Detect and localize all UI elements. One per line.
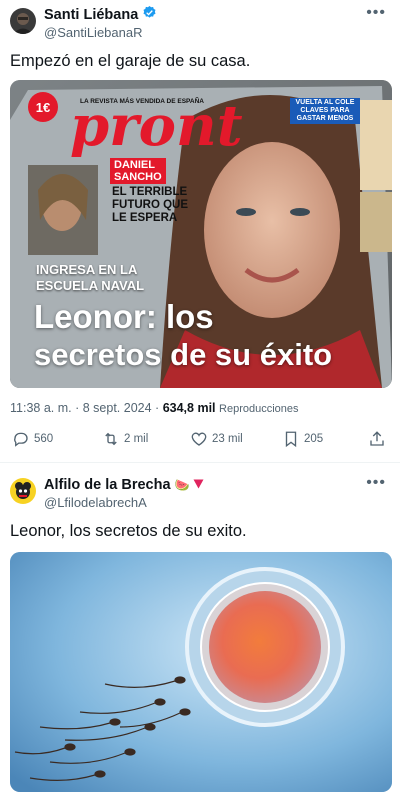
meta-separator: · [155, 401, 160, 415]
share-button[interactable] [368, 430, 386, 448]
like-button[interactable]: 23 mil [190, 430, 243, 448]
more-options-icon[interactable]: ••• [366, 475, 386, 491]
promo-line2: CLAVES PARA [300, 107, 350, 114]
heart-icon [191, 432, 207, 446]
bookmark-button[interactable]: 205 [282, 430, 323, 448]
tweet-image[interactable]: 1€ LA REVISTA MÁS VENDIDA DE ESPAÑA pron… [10, 80, 392, 388]
kicker-line1: INGRESA EN LA [36, 262, 138, 277]
egg-cell-illustration [10, 552, 392, 792]
tweet-alfilo[interactable]: Alfilo de la Brecha 🍉 @LfilodelabrechA •… [0, 462, 400, 797]
author-name[interactable]: Santi Liébana [44, 7, 138, 23]
magazine-price: 1€ [28, 92, 58, 122]
feature-line1: EL TERRIBLE [112, 186, 188, 198]
reply-button[interactable]: 560 [12, 430, 53, 448]
tweet-date[interactable]: 8 sept. 2024 [83, 401, 152, 415]
magazine-logo: pront [70, 93, 243, 159]
tweet-image[interactable] [10, 552, 392, 792]
red-triangle-icon [193, 476, 204, 494]
feature-name2: SANCHO [114, 171, 162, 183]
reply-count: 560 [34, 433, 54, 445]
feature-name1: DANIEL [114, 159, 155, 171]
author-handle[interactable]: @LfilodelabrechA [44, 495, 147, 510]
avatar[interactable] [10, 8, 36, 34]
bookmark-count: 205 [304, 433, 324, 445]
feature-line3: LE ESPERA [112, 212, 178, 224]
author-handle[interactable]: @SantiLiebanaR [44, 25, 142, 40]
meta-separator: · [75, 401, 80, 415]
views-label: Reproducciones [219, 403, 299, 415]
retweet-count: 2 mil [124, 433, 149, 445]
views-count: 634,8 mil [162, 401, 216, 415]
verified-badge-icon [142, 5, 157, 25]
like-count: 23 mil [212, 433, 243, 445]
bookmark-icon [285, 431, 297, 448]
promo-line1: VUELTA AL COLE [295, 99, 355, 106]
tweet-text: Leonor, los secretos de su exito. [10, 522, 247, 540]
retweet-button[interactable]: 2 mil [102, 430, 148, 448]
tweet-santi[interactable]: Santi Liébana @SantiLiebanaR ••• Empezó … [0, 0, 400, 462]
tweet-time[interactable]: 11:38 a. m. [10, 401, 72, 415]
avatar[interactable] [10, 478, 36, 504]
tweet-meta: 11:38 a. m. · 8 sept. 2024 · 634,8 mil R… [10, 401, 299, 415]
kicker-line2: ESCUELA NAVAL [36, 278, 145, 293]
watermelon-icon: 🍉 [174, 478, 190, 492]
share-icon [370, 431, 384, 446]
more-options-icon[interactable]: ••• [366, 5, 386, 21]
tweet-actions: 560 2 mil 23 mil 205 [10, 430, 390, 456]
feature-line2: FUTURO QUE [112, 199, 189, 211]
headline-line1: Leonor: los [34, 298, 214, 335]
retweet-icon [105, 432, 117, 446]
headline-line2: secretos de su éxito [34, 337, 333, 372]
promo-line3: GASTAR MENOS [296, 115, 354, 122]
reply-icon [14, 432, 28, 447]
tweet-text: Empezó en el garaje de su casa. [10, 52, 251, 70]
author-name[interactable]: Alfilo de la Brecha [44, 477, 171, 493]
